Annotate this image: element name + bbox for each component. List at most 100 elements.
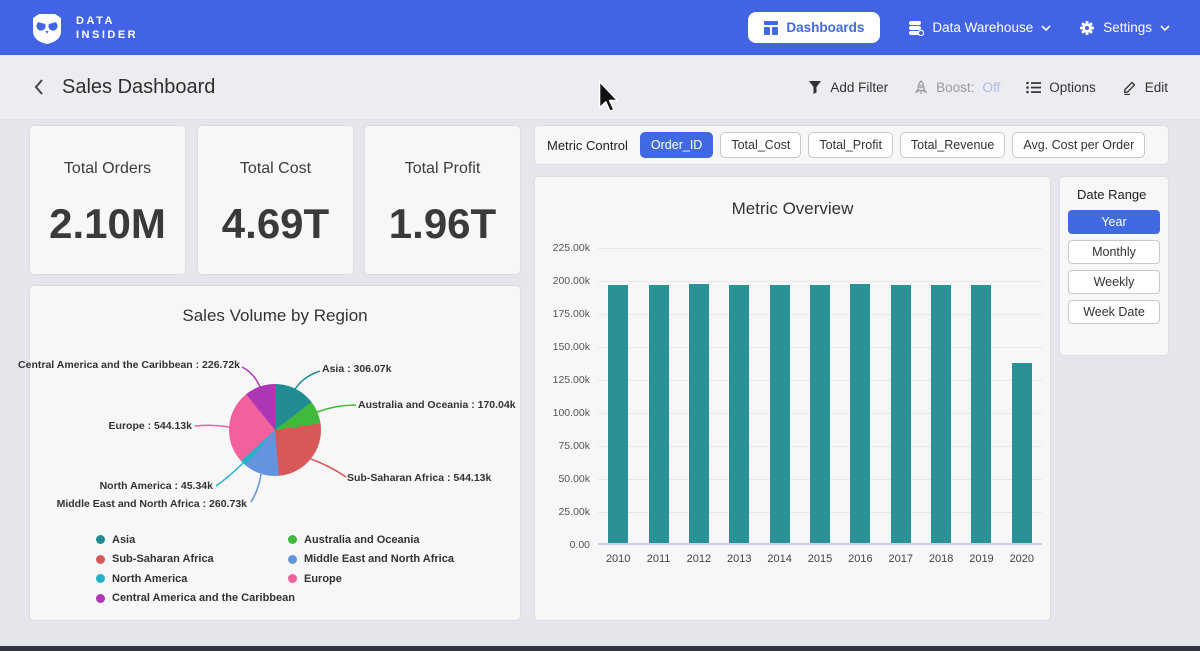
settings-menu[interactable]: Settings: [1079, 20, 1170, 36]
bar-plot: 2010201120122013201420152016201720182019…: [598, 248, 1042, 545]
pie-legend-item[interactable]: Australia and Oceania: [288, 532, 454, 548]
settings-label: Settings: [1103, 20, 1152, 35]
pie-slice-label: Australia and Oceania : 170.04k: [358, 399, 516, 411]
metric-option-order-id[interactable]: Order_ID: [640, 132, 713, 158]
x-tick-label: 2013: [719, 553, 759, 565]
date-range-monthly-button[interactable]: Monthly: [1068, 240, 1160, 264]
kpi-card-total-profit: Total Profit 1.96T: [365, 126, 520, 274]
pie-legend-item[interactable]: Middle East and North Africa: [288, 552, 454, 568]
x-tick-label: 2010: [598, 553, 638, 565]
date-range-year-button[interactable]: Year: [1068, 210, 1160, 234]
logo-line-1: DATA: [76, 14, 138, 28]
pie-leader-line: [295, 371, 320, 389]
logo-line-2: INSIDER: [76, 28, 138, 42]
pie-leader-line: [311, 459, 346, 477]
pie-legend-item[interactable]: Europe: [288, 571, 454, 587]
edit-label: Edit: [1145, 80, 1168, 95]
back-button[interactable]: [32, 78, 46, 96]
bar[interactable]: [931, 285, 951, 543]
kpi-label: Total Profit: [405, 160, 481, 178]
filter-icon: [808, 80, 822, 94]
pie-legend-item[interactable]: Asia: [96, 532, 288, 548]
y-tick-label: 25.00k: [558, 506, 590, 518]
legend-label: North America: [112, 573, 187, 585]
y-tick-label: 0.00: [570, 539, 590, 551]
pie-slice-label: Europe : 544.13k: [109, 420, 192, 432]
logo-wordmark: DATA INSIDER: [76, 14, 138, 42]
pie-slice-label: Middle East and North Africa : 260.73k: [57, 498, 247, 510]
metric-option-total-revenue[interactable]: Total_Revenue: [900, 132, 1005, 158]
legend-dot-icon: [96, 535, 105, 544]
bar[interactable]: [689, 284, 709, 543]
boost-toggle[interactable]: Boost: Off: [914, 80, 1000, 95]
app-logo[interactable]: DATA INSIDER: [30, 11, 138, 45]
list-icon: [1026, 81, 1041, 94]
gear-icon: [1079, 20, 1095, 36]
bar[interactable]: [810, 285, 830, 543]
legend-label: Asia: [112, 534, 135, 546]
pie-chart[interactable]: [229, 384, 321, 476]
legend-label: Australia and Oceania: [304, 534, 420, 546]
bar[interactable]: [1012, 363, 1032, 543]
pie-slice-label: North America : 45.34k: [100, 480, 213, 492]
gridline: [598, 248, 1042, 249]
page-title: Sales Dashboard: [62, 76, 215, 99]
legend-label: Central America and the Caribbean: [112, 592, 295, 604]
y-tick-label: 125.00k: [553, 374, 590, 386]
owl-logo-icon: [30, 11, 64, 45]
bar[interactable]: [729, 285, 749, 543]
dashboards-label: Dashboards: [786, 20, 864, 35]
pie-leader-line: [216, 463, 243, 486]
pie-slice-label: Asia : 306.07k: [322, 363, 391, 375]
pie-leader-line: [195, 425, 229, 427]
legend-dot-icon: [96, 555, 105, 564]
x-tick-label: 2018: [921, 553, 961, 565]
x-tick-label: 2011: [638, 553, 678, 565]
add-filter-button[interactable]: Add Filter: [808, 80, 888, 95]
kpi-value: 4.69T: [222, 200, 329, 248]
date-range-weekly-button[interactable]: Weekly: [1068, 270, 1160, 294]
metric-option-total-cost[interactable]: Total_Cost: [720, 132, 801, 158]
gridline: [598, 281, 1042, 282]
bar[interactable]: [608, 285, 628, 543]
dashboards-button[interactable]: Dashboards: [748, 12, 880, 43]
data-warehouse-menu[interactable]: Data Warehouse: [908, 20, 1051, 36]
bar[interactable]: [770, 285, 790, 543]
bar-chart-title: Metric Overview: [535, 177, 1050, 219]
bar[interactable]: [850, 284, 870, 543]
bar[interactable]: [649, 285, 669, 543]
bar-yaxis: 0.0025.00k50.00k75.00k100.00k125.00k150.…: [535, 248, 590, 545]
options-button[interactable]: Options: [1026, 80, 1096, 95]
metric-option-total-profit[interactable]: Total_Profit: [808, 132, 893, 158]
sales-dashboard-app: DATA INSIDER Dashboards D: [0, 0, 1200, 651]
boost-state: Off: [982, 80, 1000, 95]
bar[interactable]: [891, 285, 911, 543]
legend-dot-icon: [96, 594, 105, 603]
metric-option-avg-cost-per-order[interactable]: Avg. Cost per Order: [1012, 132, 1145, 158]
pie-legend-item[interactable]: Sub-Saharan Africa: [96, 552, 288, 568]
pie-legend-item[interactable]: Central America and the Caribbean: [96, 591, 288, 607]
legend-label: Europe: [304, 573, 342, 585]
x-tick-label: 2020: [1002, 553, 1042, 565]
sales-volume-by-region-card: Sales Volume by Region Asia : 306.07kAus…: [30, 286, 520, 620]
kpi-card-total-orders: Total Orders 2.10M: [30, 126, 185, 274]
edit-button[interactable]: Edit: [1122, 80, 1168, 95]
metric-overview-card: Metric Overview 0.0025.00k50.00k75.00k10…: [535, 177, 1050, 620]
pie-legend-item[interactable]: North America: [96, 571, 288, 587]
date-range-panel: Date Range Year Monthly Weekly Week Date: [1060, 177, 1168, 355]
y-tick-label: 100.00k: [553, 407, 590, 419]
y-tick-label: 50.00k: [558, 473, 590, 485]
date-range-week-date-button[interactable]: Week Date: [1068, 300, 1160, 324]
bar[interactable]: [971, 285, 991, 543]
x-tick-label: 2014: [759, 553, 799, 565]
y-tick-label: 175.00k: [553, 308, 590, 320]
legend-label: Sub-Saharan Africa: [112, 553, 214, 565]
data-warehouse-label: Data Warehouse: [932, 20, 1033, 35]
options-label: Options: [1049, 80, 1096, 95]
header-actions: Add Filter Boost: Off Options: [808, 80, 1168, 95]
page-header: Sales Dashboard Add Filter Boost: Off: [0, 55, 1200, 120]
top-navbar: DATA INSIDER Dashboards D: [0, 0, 1200, 55]
x-tick-label: 2016: [840, 553, 880, 565]
chevron-left-icon: [32, 78, 46, 96]
y-tick-label: 150.00k: [553, 341, 590, 353]
